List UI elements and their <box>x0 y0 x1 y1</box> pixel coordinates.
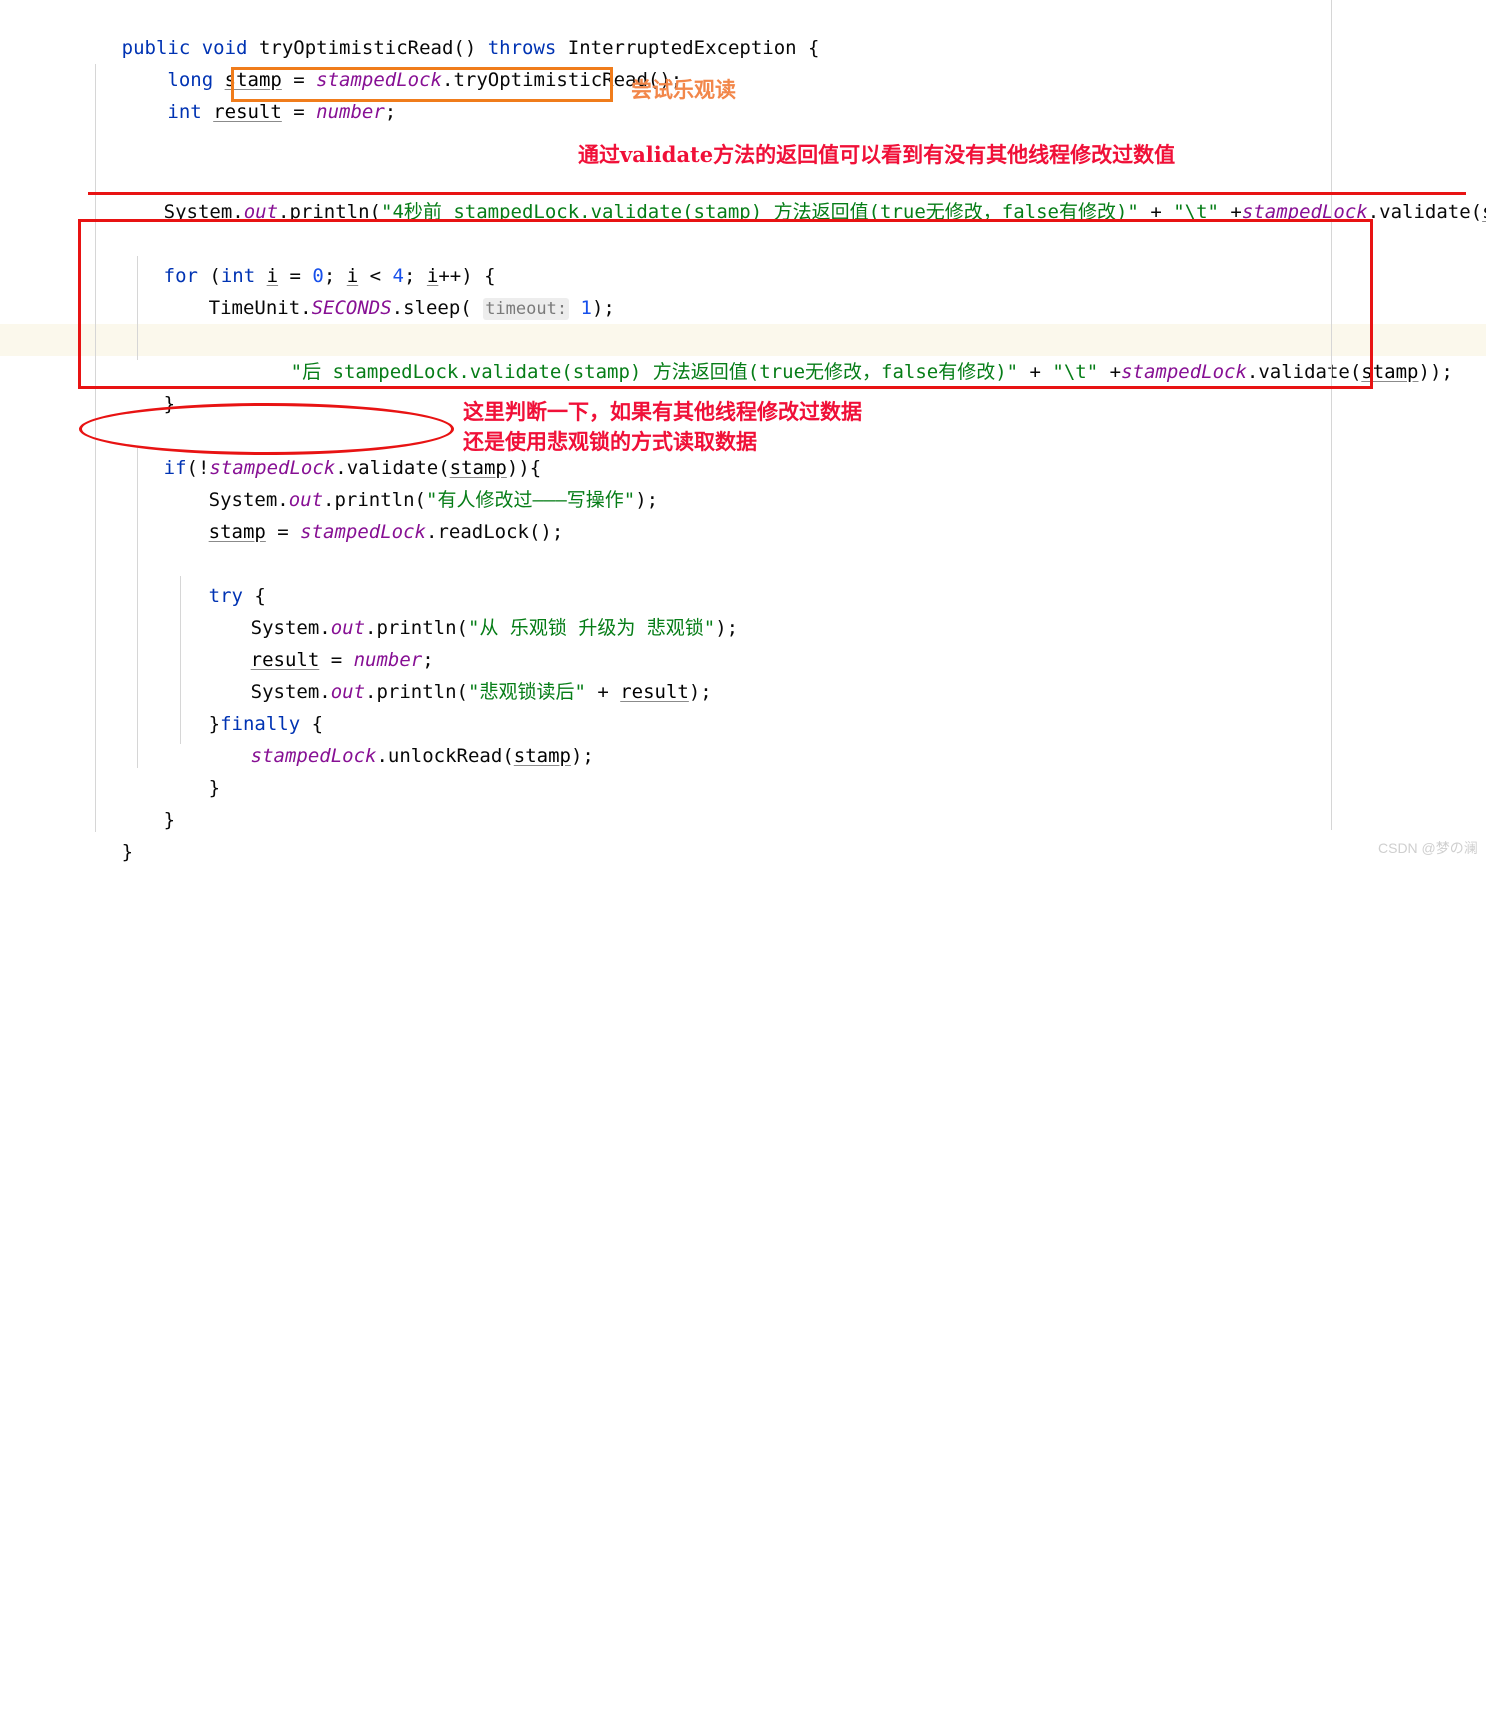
code-line[interactable]: stamp = stampedLock.readLock(); <box>0 484 1486 543</box>
token-text: } <box>163 393 176 415</box>
code-line[interactable]: System.out.println("从 乐观锁 升级为 悲观锁"); <box>0 580 1486 639</box>
token-text: } <box>121 841 134 863</box>
code-line[interactable]: System.out.println("有人修改过———写操作"); <box>0 452 1486 511</box>
code-line[interactable]: try { <box>0 548 1486 607</box>
token-field: out <box>243 201 279 223</box>
watermark-csdn: CSDN @梦の澜 <box>1378 840 1478 856</box>
annotation-note-use-pessimistic: 还是使用悲观锁的方式读取数据 <box>463 429 757 454</box>
code-line[interactable]: stampedLock.unlockRead(stamp); <box>0 708 1486 767</box>
token-field: stampedLock <box>300 521 427 543</box>
code-line[interactable]: long stamp = stampedLock.tryOptimisticRe… <box>0 32 1486 91</box>
token-local-var: stamp <box>208 521 266 543</box>
token-text: ; <box>384 101 397 123</box>
code-line[interactable]: } <box>0 740 1486 799</box>
code-line[interactable]: }finally { <box>0 676 1486 735</box>
code-line[interactable]: System.out.println(Thread.currentThread(… <box>0 292 1486 351</box>
token-text: .readLock(); <box>426 521 564 543</box>
code-line[interactable]: } <box>0 804 1486 863</box>
token-field: number <box>316 101 385 123</box>
token-text: .println( <box>278 201 381 223</box>
code-line[interactable]: result = number; <box>0 612 1486 671</box>
code-line[interactable]: int result = number; <box>0 64 1486 123</box>
indent-guide <box>1331 0 1332 830</box>
code-line[interactable]: TimeUnit.SECONDS.sleep( timeout: 1); <box>0 260 1486 320</box>
token-text: = <box>265 521 301 543</box>
code-line[interactable]: System.out.println("悲观锁读后" + result); <box>0 644 1486 703</box>
code-line[interactable]: public void tryOptimisticRead() throws I… <box>0 0 1486 59</box>
token-local-var: result <box>213 101 282 123</box>
token-text: .validate( <box>1367 201 1483 223</box>
annotation-note-optimistic-read: 尝试乐观读 <box>631 77 736 102</box>
annotation-note-check-modified: 这里判断一下，如果有其他线程修改过数据 <box>463 399 862 424</box>
code-editor-content[interactable]: public void tryOptimisticRead() throws I… <box>0 0 1486 1726</box>
token-local-var: stamp <box>1482 201 1486 223</box>
token-text: + <box>1218 201 1242 223</box>
token-field: stampedLock <box>1241 201 1368 223</box>
token-text: = <box>281 101 317 123</box>
token-keyword: int <box>167 101 202 123</box>
screenshot-root: public void tryOptimisticRead() throws I… <box>0 0 1486 863</box>
indent-guide <box>180 576 181 744</box>
token-text: System. <box>163 201 244 223</box>
code-line[interactable]: for (int i = 0; i < 4; i++) { <box>0 228 1486 287</box>
indent-guide <box>95 64 96 832</box>
token-text: + <box>1138 201 1174 223</box>
indent-guide <box>137 256 138 360</box>
code-line-highlighted[interactable]: "后 stampedLock.validate(stamp) 方法返回值(tru… <box>0 324 1486 383</box>
annotation-note-validate-return: 通过validate方法的返回值可以看到有没有其他线程修改过数值 <box>578 142 1176 167</box>
code-line[interactable]: } <box>0 772 1486 831</box>
token-string: "\t" <box>1173 201 1219 223</box>
indent-guide <box>137 448 138 768</box>
token-string: "4秒前 stampedLock.validate(stamp) 方法返回值(t… <box>381 201 1139 223</box>
code-line[interactable]: } <box>0 356 1486 415</box>
